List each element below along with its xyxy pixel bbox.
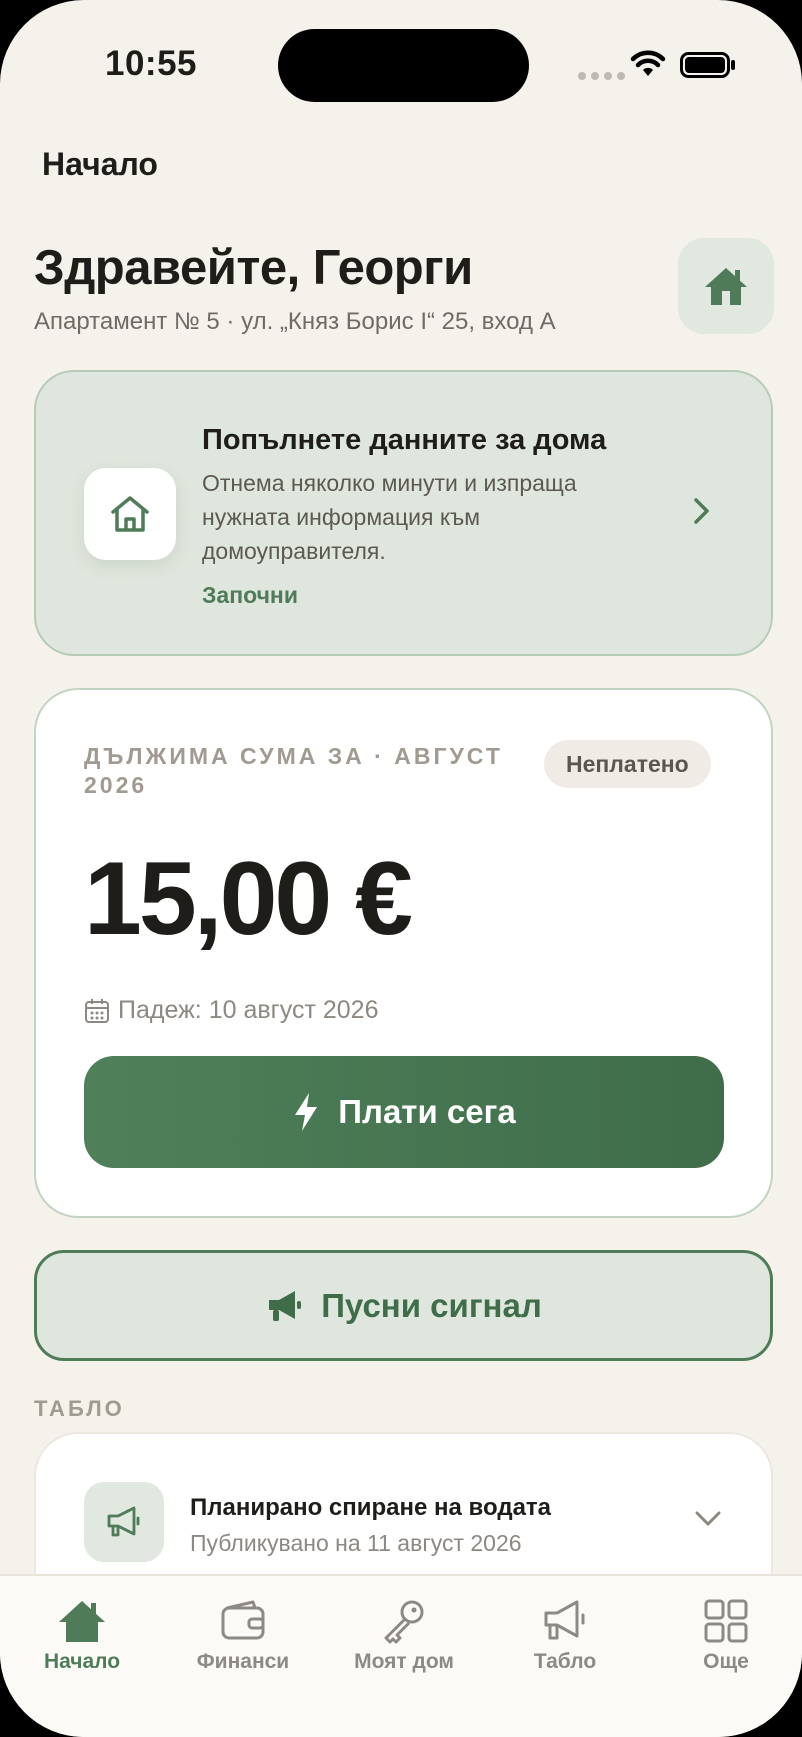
calendar-icon: [85, 998, 109, 1023]
due-date-row: Падеж: 10 август 2026: [84, 996, 379, 1025]
wifi-icon: [630, 50, 666, 76]
house-icon: [705, 268, 747, 305]
pay-now-label: Плати сега: [338, 1093, 516, 1130]
board-item-date: Публикувано на 11 август 2026: [190, 1530, 522, 1556]
tab-more[interactable]: Още: [651, 1598, 801, 1674]
grid-icon: [704, 1599, 748, 1643]
pay-now-button[interactable]: Плати сега: [84, 1056, 724, 1168]
due-date-text: Падеж: 10 август 2026: [118, 996, 379, 1024]
house-outline-icon: [111, 496, 149, 532]
megaphone-icon: [269, 1290, 302, 1321]
board-item-icon-box: [84, 1482, 164, 1562]
onboarding-title: Попълнете данните за дома: [202, 424, 607, 456]
megaphone-icon: [107, 1506, 140, 1537]
tab-label: Финанси: [196, 1650, 290, 1673]
bottom-tab-bar: Начало Финанси Моят дом Табло Още: [0, 1574, 802, 1737]
wallet-icon: [221, 1600, 265, 1640]
tab-label: Моят дом: [354, 1650, 454, 1673]
home-button[interactable]: [678, 238, 774, 334]
house-icon: [59, 1601, 105, 1642]
key-icon: [384, 1600, 424, 1644]
onboarding-icon-box: [84, 468, 176, 560]
board-section-heading: ТАБЛО: [34, 1396, 125, 1421]
status-time: 10:55: [105, 44, 198, 83]
tab-label: Табло: [533, 1650, 597, 1673]
report-signal-button[interactable]: Пусни сигнал: [34, 1250, 773, 1361]
amount-due-label: ДЪЛЖИМА СУМА ЗА · АВГУСТ 2026: [84, 743, 503, 798]
onboarding-card[interactable]: Попълнете данните за дома Отнема няколко…: [34, 370, 773, 656]
phone-screen: 10:55 Начало Здравейте, Георги Апартамен…: [0, 0, 802, 1737]
chevron-down-icon[interactable]: [694, 1510, 722, 1528]
start-link[interactable]: Започни: [202, 582, 298, 609]
amount-due-card: ДЪЛЖИМА СУМА ЗА · АВГУСТ 2026 Неплатено …: [34, 688, 773, 1218]
tab-finance[interactable]: Финанси: [168, 1598, 318, 1674]
onboarding-description: Отнема няколко минути и изпраща нужната …: [202, 470, 577, 564]
tab-board[interactable]: Табло: [490, 1598, 640, 1674]
tab-my-home[interactable]: Моят дом: [329, 1598, 479, 1674]
report-signal-label: Пусни сигнал: [321, 1286, 542, 1324]
lightning-icon: [295, 1093, 318, 1131]
amount-value: 15,00 €: [84, 841, 413, 957]
board-item-title: Планирано спиране на водата: [190, 1494, 552, 1521]
dynamic-island: [278, 29, 529, 102]
chevron-right-icon: [694, 498, 709, 524]
battery-icon: [680, 52, 735, 78]
megaphone-icon: [544, 1600, 585, 1640]
cellular-signal-icon: [578, 72, 625, 80]
greeting-title: Здравейте, Георги: [34, 241, 473, 295]
status-badge: Неплатено: [544, 740, 711, 788]
tab-label: Начало: [43, 1650, 121, 1673]
page-title: Начало: [42, 146, 158, 182]
apartment-address: Апартамент № 5 · ул. „Княз Борис I“ 25, …: [34, 308, 556, 335]
tab-label: Още: [703, 1650, 749, 1673]
tab-home[interactable]: Начало: [7, 1598, 157, 1674]
